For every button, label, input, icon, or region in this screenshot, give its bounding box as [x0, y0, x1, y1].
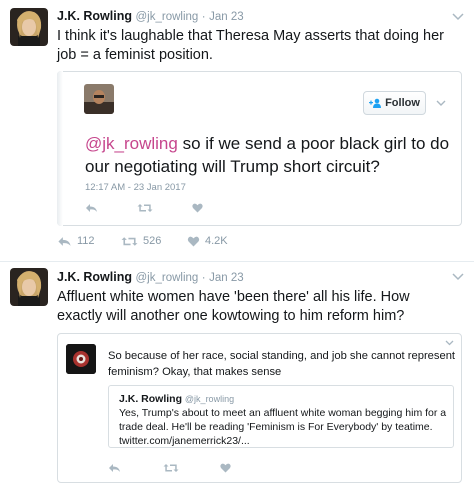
avatar[interactable]: [10, 268, 48, 306]
heart-icon: [187, 236, 200, 246]
retweet-icon[interactable]: [163, 463, 179, 473]
quoted-timestamp[interactable]: 12:17 AM - 23 Jan 2017: [85, 182, 186, 193]
follow-label: Follow: [385, 97, 420, 109]
retweet-icon: [121, 236, 138, 246]
author-name[interactable]: J.K. Rowling: [57, 270, 132, 284]
avatar[interactable]: [84, 84, 114, 114]
chevron-down-icon[interactable]: [445, 340, 454, 346]
quoted-tweet-text: @jk_rowling so if we send a poor black g…: [85, 132, 450, 178]
like-count: 4.2K: [205, 235, 228, 247]
quoted-actions: [108, 463, 258, 477]
tweet-2[interactable]: J.K. Rowling @jk_rowling · Jan 23 Afflue…: [0, 262, 474, 492]
quoted-actions: [85, 203, 235, 217]
nested-header: J.K. Rowling @jk_rowling: [119, 393, 234, 405]
reply-count: 112: [77, 235, 95, 247]
author-handle[interactable]: @jk_rowling: [185, 394, 234, 404]
author-handle[interactable]: @jk_rowling: [135, 11, 198, 23]
nested-quoted-tweet[interactable]: J.K. Rowling @jk_rowling Yes, Trump's ab…: [108, 385, 454, 448]
chevron-down-icon[interactable]: [452, 13, 464, 21]
reply-icon: [58, 236, 71, 246]
chevron-down-icon[interactable]: [452, 273, 464, 281]
reply-icon[interactable]: [108, 463, 121, 473]
author-name[interactable]: J.K. Rowling: [119, 393, 182, 405]
separator: ·: [201, 11, 206, 23]
tweet-1[interactable]: J.K. Rowling @jk_rowling · Jan 23 I thin…: [0, 0, 474, 262]
quoted-tweet-card[interactable]: Follow @jk_rowling so if we send a poor …: [57, 71, 462, 226]
tweet-date[interactable]: Jan 23: [209, 272, 244, 284]
author-name[interactable]: J.K. Rowling: [57, 9, 132, 23]
tweet-text: Affluent white women have 'been there' a…: [57, 289, 410, 324]
quoted-tweet-text: So because of her race, social standing,…: [108, 350, 456, 378]
name-redaction: [120, 89, 230, 103]
tweet-header: J.K. Rowling @jk_rowling · Jan 23: [57, 9, 244, 23]
card-shadow: [57, 71, 63, 226]
retweet-count: 526: [143, 235, 162, 247]
quoted-tweet-card[interactable]: So because of her race, social standing,…: [57, 333, 462, 483]
avatar[interactable]: [10, 8, 48, 46]
tweet-header: J.K. Rowling @jk_rowling · Jan 23: [57, 270, 244, 284]
reply-icon[interactable]: [85, 203, 98, 213]
tweet-date[interactable]: Jan 23: [209, 11, 244, 23]
author-handle[interactable]: @jk_rowling: [135, 272, 198, 284]
reply-action[interactable]: 112: [57, 235, 95, 247]
avatar[interactable]: [66, 344, 96, 374]
heart-icon[interactable]: [192, 203, 203, 213]
mention-link[interactable]: @jk_rowling: [85, 134, 178, 153]
follow-person-plus-icon: [369, 98, 382, 108]
like-action[interactable]: 4.2K: [187, 235, 228, 247]
tweet-text: I think it's laughable that Theresa May …: [57, 28, 444, 63]
follow-button[interactable]: Follow: [363, 91, 426, 115]
separator: ·: [201, 272, 206, 284]
retweet-action[interactable]: 526: [121, 235, 161, 247]
retweet-icon[interactable]: [137, 203, 153, 213]
nested-tweet-text: Yes, Trump's about to meet an affluent w…: [119, 407, 447, 447]
heart-icon[interactable]: [220, 463, 231, 473]
tweet-actions: 112 526 4.2K: [57, 235, 277, 251]
chevron-down-icon[interactable]: [436, 100, 446, 107]
